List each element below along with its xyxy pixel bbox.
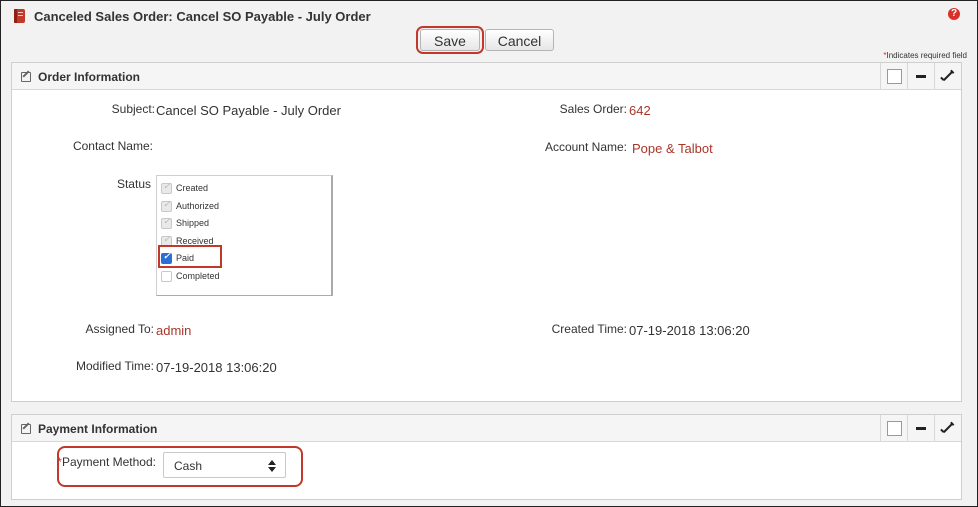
- panel-title: Order Information: [38, 70, 141, 84]
- checkbox-icon: [161, 216, 172, 229]
- account-name-link[interactable]: Pope & Talbot: [632, 141, 713, 156]
- modified-time-label: Modified Time:: [75, 359, 154, 373]
- contact-name-label: Contact Name:: [72, 139, 153, 153]
- checkbox-icon: [161, 271, 172, 282]
- subject-value: Cancel SO Payable - July Order: [156, 103, 341, 118]
- checkbox-icon: [161, 199, 172, 212]
- expand-icon[interactable]: [934, 415, 961, 441]
- window-frame: Canceled Sales Order: Cancel SO Payable …: [0, 0, 978, 507]
- status-listbox[interactable]: Created Authorized Shipped Received Paid…: [156, 175, 333, 296]
- order-information-panel: Order Information Subject: Cancel SO Pay…: [11, 62, 962, 402]
- expand-icon[interactable]: [934, 63, 961, 89]
- created-time-label: Created Time:: [551, 322, 627, 336]
- sales-order-label: Sales Order:: [559, 102, 627, 116]
- page-title: Canceled Sales Order: Cancel SO Payable …: [34, 9, 371, 24]
- minimize-icon[interactable]: [907, 415, 934, 441]
- assigned-to-label: Assigned To:: [85, 322, 155, 336]
- panel-title: Payment Information: [38, 422, 158, 436]
- payment-information-panel: Payment Information *Payment Method: Cas…: [11, 414, 962, 500]
- paid-highlight: [158, 245, 222, 268]
- minimize-icon[interactable]: [907, 63, 934, 89]
- subject-label: Subject:: [111, 102, 155, 116]
- help-icon[interactable]: ?: [948, 8, 960, 20]
- save-button[interactable]: Save: [420, 29, 480, 51]
- cancel-button[interactable]: Cancel: [485, 29, 554, 51]
- modified-time-value: 07-19-2018 13:06:20: [156, 360, 277, 375]
- select-checkbox-icon[interactable]: [880, 415, 907, 441]
- book-icon: [14, 9, 25, 23]
- assigned-to-link[interactable]: admin: [156, 323, 191, 338]
- edit-icon[interactable]: [21, 424, 31, 434]
- select-checkbox-icon[interactable]: [880, 63, 907, 89]
- checkbox-icon: [161, 181, 172, 194]
- panel-header: Payment Information: [12, 415, 961, 442]
- payment-method-highlight: [57, 446, 303, 487]
- required-field-note: *Indicates required field: [883, 51, 967, 60]
- edit-icon[interactable]: [21, 72, 31, 82]
- panel-header: Order Information: [12, 63, 961, 90]
- status-label: Status: [116, 177, 151, 191]
- account-name-label: Account Name:: [544, 140, 627, 154]
- created-time-value: 07-19-2018 13:06:20: [629, 323, 750, 338]
- sales-order-link[interactable]: 642: [629, 103, 651, 118]
